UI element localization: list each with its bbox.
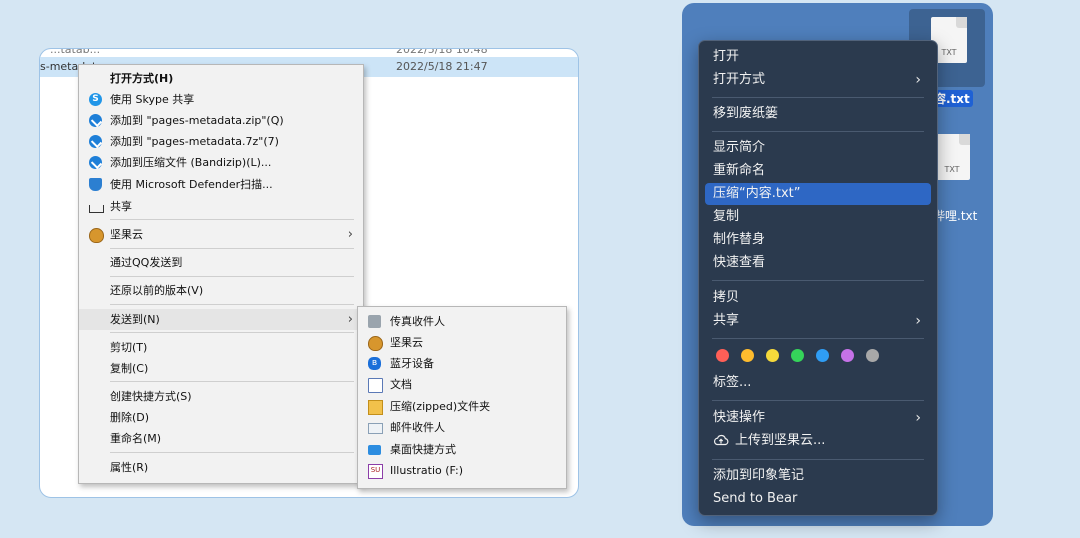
bandizip-icon <box>89 114 102 127</box>
menu-separator <box>712 97 924 98</box>
menu-item-add-zip[interactable]: 添加到 "pages-metadata.zip"(Q) <box>79 110 363 131</box>
menu-item-send-via-qq[interactable]: 通过QQ发送到 <box>79 252 363 273</box>
menu-item-cut[interactable]: 剪切(T) <box>79 337 363 358</box>
menu-item-tags[interactable]: 标签... <box>705 372 931 394</box>
menu-item-restore-versions[interactable]: 还原以前的版本(V) <box>79 280 363 301</box>
menu-separator <box>712 400 924 401</box>
menu-item-nutstore[interactable]: 坚果云 › <box>79 224 363 245</box>
chevron-right-icon: › <box>915 410 921 426</box>
tag-purple-dot[interactable] <box>841 349 854 362</box>
menu-item-properties[interactable]: 属性(R) <box>79 457 363 478</box>
menu-item-defender-scan[interactable]: 使用 Microsoft Defender扫描... <box>79 174 363 195</box>
usb-drive-icon: SU <box>368 464 383 479</box>
tag-blue-dot[interactable] <box>816 349 829 362</box>
share-icon <box>89 205 104 213</box>
menu-item-open-with[interactable]: 打开方式(H) <box>79 68 363 89</box>
menu-separator <box>110 304 354 305</box>
mac-context-menu: 打开 打开方式 › 移到废纸篓 显示简介 重新命名 压缩“内容.txt” 复制 … <box>698 40 938 516</box>
file-date: 2022/5/18 21:47 <box>396 60 488 73</box>
send-to-submenu: 传真收件人 坚果云 ʙ 蓝牙设备 文档 压缩(zipped)文件夹 邮件收件人 … <box>357 306 567 489</box>
cloud-upload-icon <box>713 434 729 446</box>
fax-icon <box>368 315 381 328</box>
submenu-item-bluetooth[interactable]: ʙ 蓝牙设备 <box>358 353 566 374</box>
tag-orange-dot[interactable] <box>741 349 754 362</box>
menu-item-add-7z[interactable]: 添加到 "pages-metadata.7z"(7) <box>79 131 363 152</box>
menu-item-move-to-trash[interactable]: 移到废纸篓 <box>705 103 931 125</box>
menu-item-skype-share[interactable]: S 使用 Skype 共享 <box>79 89 363 110</box>
menu-item-get-info[interactable]: 显示简介 <box>705 137 931 159</box>
menu-separator <box>110 381 354 382</box>
menu-item-make-alias[interactable]: 制作替身 <box>705 229 931 251</box>
menu-item-compress[interactable]: 压缩“内容.txt” <box>705 183 931 205</box>
menu-separator <box>712 280 924 281</box>
menu-item-create-shortcut[interactable]: 创建快捷方式(S) <box>79 386 363 407</box>
menu-separator <box>712 459 924 460</box>
menu-item-quick-actions[interactable]: 快速操作 › <box>705 407 931 429</box>
menu-item-send-to[interactable]: 发送到(N) › <box>79 309 363 330</box>
submenu-item-mail[interactable]: 邮件收件人 <box>358 417 566 438</box>
menu-item-send-to-bear[interactable]: Send to Bear <box>705 488 931 510</box>
defender-icon <box>89 178 102 191</box>
bandizip-icon <box>89 135 102 148</box>
menu-item-add-archive[interactable]: 添加到压缩文件 (Bandizip)(L)... <box>79 152 363 173</box>
menu-item-open-with[interactable]: 打开方式 › <box>705 69 931 91</box>
tag-gray-dot[interactable] <box>866 349 879 362</box>
desktop-icon <box>368 445 381 455</box>
chevron-right-icon: › <box>347 227 353 242</box>
windows-context-menu: 打开方式(H) S 使用 Skype 共享 添加到 "pages-metadat… <box>78 64 364 484</box>
tag-yellow-dot[interactable] <box>766 349 779 362</box>
document-icon <box>368 378 383 393</box>
menu-item-share[interactable]: 共享 › <box>705 310 931 332</box>
chevron-right-icon: › <box>915 313 921 329</box>
menu-item-share[interactable]: 共享 <box>79 196 363 217</box>
menu-separator <box>110 452 354 453</box>
menu-item-add-evernote[interactable]: 添加到印象笔记 <box>705 465 931 487</box>
chevron-right-icon: › <box>915 72 921 88</box>
nutstore-icon <box>368 336 383 351</box>
zip-folder-icon <box>368 400 383 415</box>
nutstore-icon <box>89 228 104 243</box>
mail-icon <box>368 423 383 434</box>
menu-item-copy[interactable]: 复制(C) <box>79 358 363 379</box>
menu-item-upload-nutstore[interactable]: 上传到坚果云... <box>705 430 931 452</box>
menu-separator <box>712 338 924 339</box>
menu-item-rename[interactable]: 重新命名 <box>705 160 931 182</box>
menu-separator <box>712 131 924 132</box>
tag-green-dot[interactable] <box>791 349 804 362</box>
menu-item-rename[interactable]: 重命名(M) <box>79 428 363 449</box>
file-name: ...tatab... <box>50 48 101 56</box>
submenu-item-zip-folder[interactable]: 压缩(zipped)文件夹 <box>358 396 566 417</box>
bandizip-icon <box>89 156 102 169</box>
skype-icon: S <box>89 93 102 106</box>
file-name[interactable]: 哔哩.txt <box>933 207 977 224</box>
menu-separator <box>110 248 354 249</box>
menu-item-duplicate[interactable]: 复制 <box>705 206 931 228</box>
bluetooth-icon: ʙ <box>368 357 381 370</box>
menu-separator <box>110 276 354 277</box>
file-date: 2022/5/18 10:48 <box>396 48 488 56</box>
submenu-item-documents[interactable]: 文档 <box>358 374 566 395</box>
menu-item-copy[interactable]: 拷贝 <box>705 287 931 309</box>
submenu-item-desktop-shortcut[interactable]: 桌面快捷方式 <box>358 439 566 460</box>
chevron-right-icon: › <box>347 312 353 327</box>
menu-separator <box>110 219 354 220</box>
submenu-item-fax[interactable]: 传真收件人 <box>358 311 566 332</box>
menu-item-delete[interactable]: 删除(D) <box>79 407 363 428</box>
menu-item-open[interactable]: 打开 <box>705 46 931 68</box>
tag-red-dot[interactable] <box>716 349 729 362</box>
menu-item-quick-look[interactable]: 快速查看 <box>705 252 931 274</box>
submenu-item-drive-f[interactable]: SU Illustratio (F:) <box>358 460 566 481</box>
txt-file-icon[interactable]: TXT <box>934 134 970 180</box>
menu-separator <box>110 332 354 333</box>
submenu-item-nutstore[interactable]: 坚果云 <box>358 332 566 353</box>
